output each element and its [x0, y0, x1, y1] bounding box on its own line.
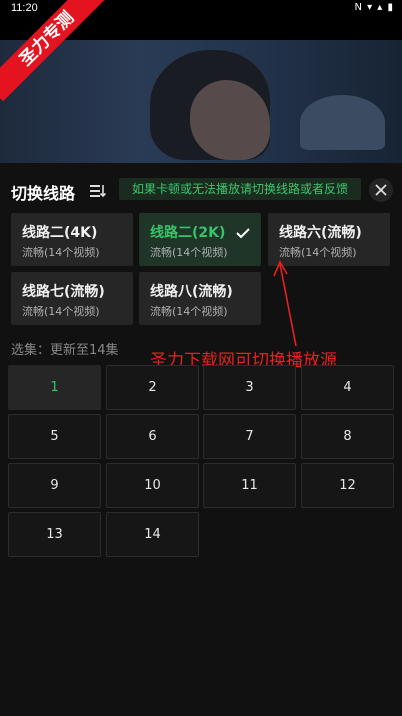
episode-button[interactable]: 8	[301, 414, 394, 459]
episode-button[interactable]: 2	[106, 365, 199, 410]
video-frame	[0, 40, 402, 163]
line-name: 线路二(4K)	[22, 225, 98, 241]
sort-icon	[90, 185, 107, 198]
feedback-notice[interactable]: 如果卡顿或无法播放请切换线路或者反馈	[119, 178, 361, 200]
line-switch-header: 切换线路 如果卡顿或无法播放请切换线路或者反馈	[0, 176, 402, 206]
episode-button[interactable]: 10	[106, 463, 199, 508]
episode-button[interactable]: 6	[106, 414, 199, 459]
annotation-arrow	[273, 260, 297, 347]
episode-button[interactable]: 3	[203, 365, 296, 410]
sort-button[interactable]	[88, 180, 108, 202]
status-time: 11:20	[11, 2, 38, 14]
status-icons: N ▾ ▴ ▮	[354, 2, 394, 13]
line-option[interactable]: 线路八(流畅) 流畅(14个视频)	[139, 272, 261, 325]
episode-button[interactable]: 5	[8, 414, 101, 459]
line-option-selected[interactable]: 线路二(2K) 流畅(14个视频)	[139, 213, 261, 266]
line-name: 线路六(流畅)	[279, 225, 362, 241]
episode-button-selected[interactable]: 1	[8, 365, 101, 410]
episode-button[interactable]: 14	[106, 512, 199, 557]
line-status: 流畅(14个视频)	[22, 246, 100, 259]
check-icon	[236, 228, 250, 239]
line-status: 流畅(14个视频)	[22, 305, 100, 318]
close-button[interactable]	[369, 178, 393, 202]
panel-title: 切换线路	[11, 184, 76, 203]
episode-button[interactable]: 7	[203, 414, 296, 459]
line-status: 流畅(14个视频)	[150, 246, 228, 259]
line-status: 流畅(14个视频)	[150, 305, 228, 318]
episode-button[interactable]: 11	[203, 463, 296, 508]
close-icon	[375, 184, 387, 196]
episodes-label: 选集：更新至14集	[11, 343, 119, 358]
episode-button[interactable]: 13	[8, 512, 101, 557]
line-name: 线路八(流畅)	[150, 284, 233, 300]
episode-button[interactable]: 4	[301, 365, 394, 410]
line-option[interactable]: 线路七(流畅) 流畅(14个视频)	[11, 272, 133, 325]
line-name: 线路七(流畅)	[22, 284, 105, 300]
line-name: 线路二(2K)	[150, 225, 226, 241]
episode-button[interactable]: 9	[8, 463, 101, 508]
line-option[interactable]: 线路二(4K) 流畅(14个视频)	[11, 213, 133, 266]
episode-button[interactable]: 12	[301, 463, 394, 508]
video-boat	[300, 95, 385, 150]
